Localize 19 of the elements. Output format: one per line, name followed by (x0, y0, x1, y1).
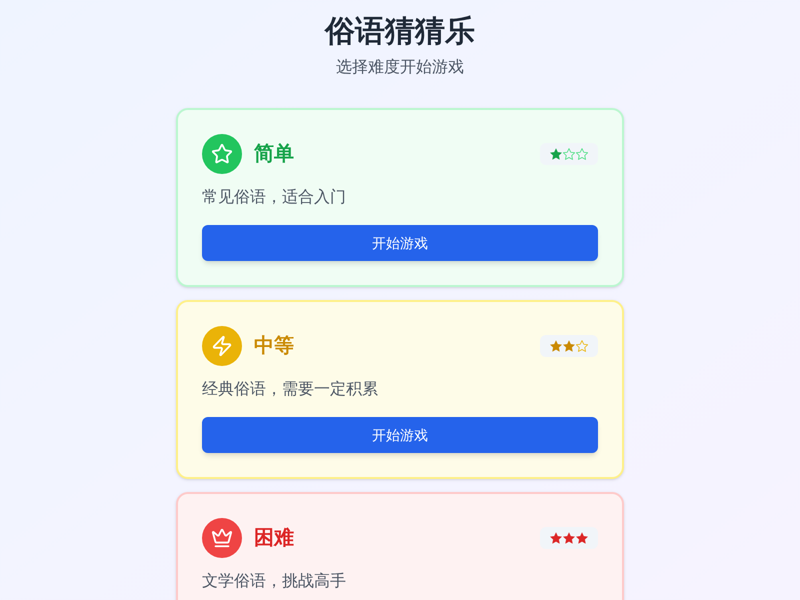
level-description: 文学俗语，挑战高手 (202, 572, 347, 592)
page-title: 俗语猜猜乐 (325, 14, 475, 50)
filled-star-icon (563, 532, 575, 544)
empty-star-icon (576, 148, 588, 160)
start-game-button[interactable]: 开始游戏 (202, 417, 598, 453)
filled-star-icon (550, 340, 562, 352)
lightning-bolt-icon (202, 326, 242, 366)
level-description: 经典俗语，需要一定积累 (202, 380, 379, 400)
level-title: 困难 (254, 526, 294, 551)
crown-icon (202, 518, 242, 558)
filled-star-icon (576, 532, 588, 544)
page-subtitle: 选择难度开始游戏 (336, 58, 464, 78)
level-description: 常见俗语，适合入门 (202, 188, 347, 208)
level-title: 简单 (254, 142, 294, 167)
level-title: 中等 (254, 334, 294, 359)
filled-star-icon (563, 340, 575, 352)
start-game-button[interactable]: 开始游戏 (202, 225, 598, 261)
filled-star-icon (550, 532, 562, 544)
filled-star-icon (550, 148, 562, 160)
